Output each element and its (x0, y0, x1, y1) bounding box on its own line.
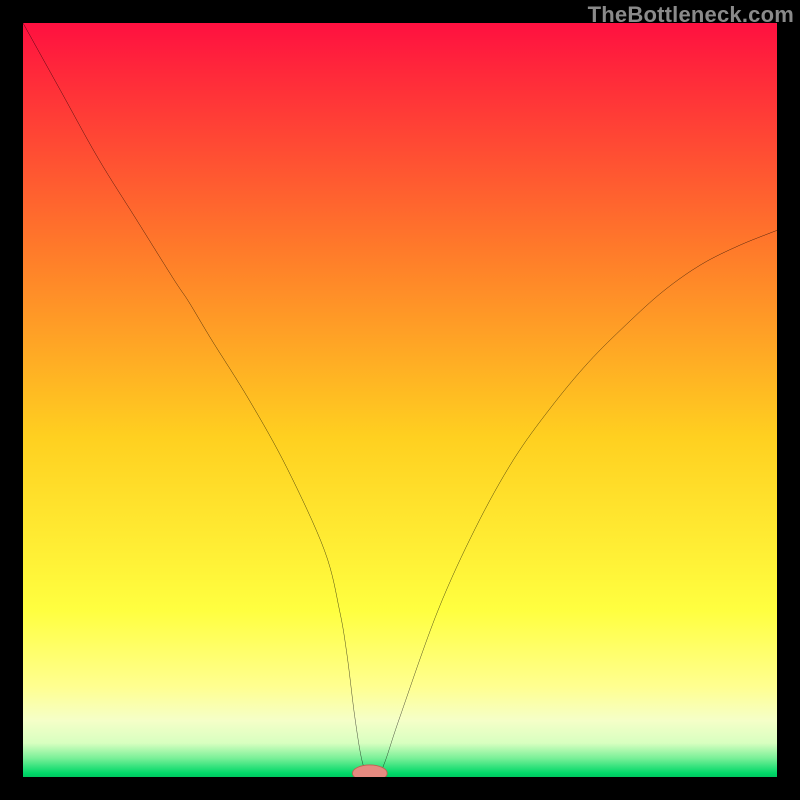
watermark-text: TheBottleneck.com (588, 2, 794, 28)
chart-frame: TheBottleneck.com (0, 0, 800, 800)
bottleneck-plot (23, 23, 777, 777)
gradient-background (23, 23, 777, 777)
